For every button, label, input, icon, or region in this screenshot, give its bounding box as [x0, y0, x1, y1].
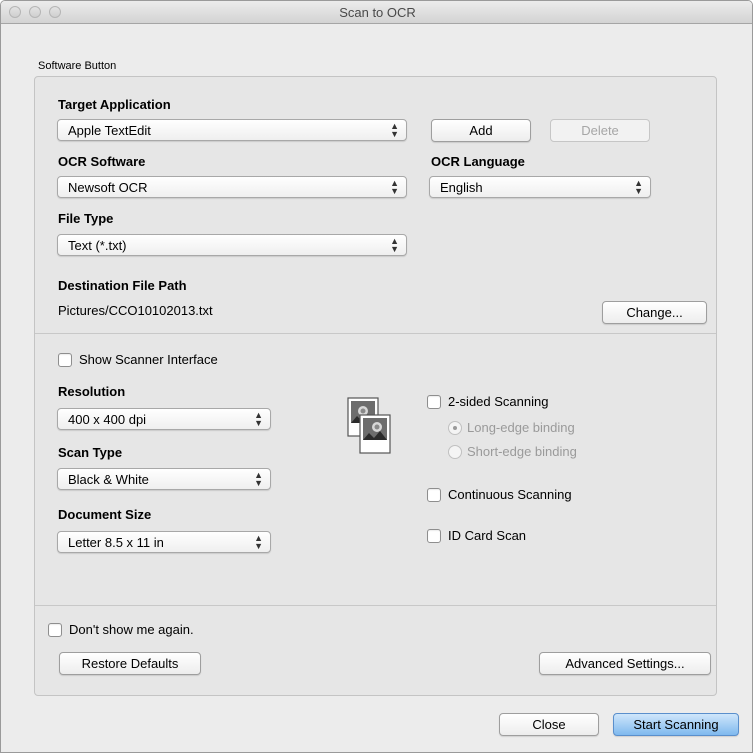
ocr-language-label: OCR Language [431, 154, 525, 169]
document-size-value: Letter 8.5 x 11 in [68, 535, 164, 550]
dont-show-again-checkbox[interactable] [48, 623, 62, 637]
target-application-value: Apple TextEdit [68, 123, 151, 138]
destination-file-path-label: Destination File Path [58, 278, 187, 293]
scan-type-value: Black & White [68, 472, 149, 487]
change-button[interactable]: Change... [602, 301, 707, 324]
continuous-scanning-label: Continuous Scanning [448, 487, 572, 502]
add-button[interactable]: Add [431, 119, 531, 142]
chevron-updown-icon: ▲ ▼ [634, 178, 643, 196]
two-sided-scanning-checkbox[interactable] [427, 395, 441, 409]
chevron-updown-icon: ▲ ▼ [390, 178, 399, 196]
separator [35, 333, 716, 334]
group-label: Software Button [38, 60, 117, 72]
destination-file-path-value: Pictures/CCO10102013.txt [58, 303, 213, 318]
delete-button[interactable]: Delete [550, 119, 650, 142]
separator [35, 605, 716, 606]
advanced-settings-button[interactable]: Advanced Settings... [539, 652, 711, 675]
scan-type-select[interactable]: Black & White ▲ ▼ [57, 468, 271, 490]
id-card-scan-label: ID Card Scan [448, 528, 527, 543]
resolution-value: 400 x 400 dpi [68, 412, 147, 427]
title-bar[interactable]: Scan to OCR [1, 1, 752, 24]
scan-type-label: Scan Type [58, 445, 123, 460]
target-application-select[interactable]: Apple TextEdit ▲ ▼ [57, 119, 407, 141]
ocr-language-select[interactable]: English ▲ ▼ [429, 176, 651, 198]
software-button-group [34, 76, 717, 696]
restore-defaults-button[interactable]: Restore Defaults [59, 652, 201, 675]
scan-to-ocr-dialog: Scan to OCR Software Button Target Appli… [0, 0, 753, 753]
file-type-select[interactable]: Text (*.txt) ▲ ▼ [57, 234, 407, 256]
ocr-language-value: English [440, 180, 483, 195]
document-size-label: Document Size [58, 507, 152, 522]
file-type-label: File Type [58, 211, 114, 226]
duplex-scan-icon [347, 397, 391, 454]
resolution-label: Resolution [58, 384, 126, 399]
show-scanner-interface-label: Show Scanner Interface [79, 352, 218, 367]
chevron-updown-icon: ▲ ▼ [390, 121, 399, 139]
chevron-updown-icon: ▲ ▼ [254, 410, 263, 428]
ocr-software-value: Newsoft OCR [68, 180, 148, 195]
chevron-updown-icon: ▲ ▼ [390, 236, 399, 254]
chevron-updown-icon: ▲ ▼ [254, 470, 263, 488]
id-card-scan-checkbox[interactable] [427, 529, 441, 543]
long-edge-binding-label: Long-edge binding [467, 420, 575, 435]
dont-show-again-label: Don't show me again. [69, 622, 194, 637]
two-sided-scanning-label: 2-sided Scanning [448, 394, 549, 409]
long-edge-binding-radio[interactable] [448, 421, 462, 435]
ocr-software-label: OCR Software [58, 154, 146, 169]
chevron-updown-icon: ▲ ▼ [254, 533, 263, 551]
resolution-select[interactable]: 400 x 400 dpi ▲ ▼ [57, 408, 271, 430]
ocr-software-select[interactable]: Newsoft OCR ▲ ▼ [57, 176, 407, 198]
show-scanner-interface-checkbox[interactable] [58, 353, 72, 367]
document-size-select[interactable]: Letter 8.5 x 11 in ▲ ▼ [57, 531, 271, 553]
window-title: Scan to OCR [339, 5, 416, 20]
target-application-label: Target Application [58, 97, 171, 112]
continuous-scanning-checkbox[interactable] [427, 488, 441, 502]
close-button[interactable]: Close [499, 713, 599, 736]
short-edge-binding-label: Short-edge binding [467, 444, 577, 459]
short-edge-binding-radio[interactable] [448, 445, 462, 459]
file-type-value: Text (*.txt) [68, 238, 127, 253]
start-scanning-button[interactable]: Start Scanning [613, 713, 739, 736]
